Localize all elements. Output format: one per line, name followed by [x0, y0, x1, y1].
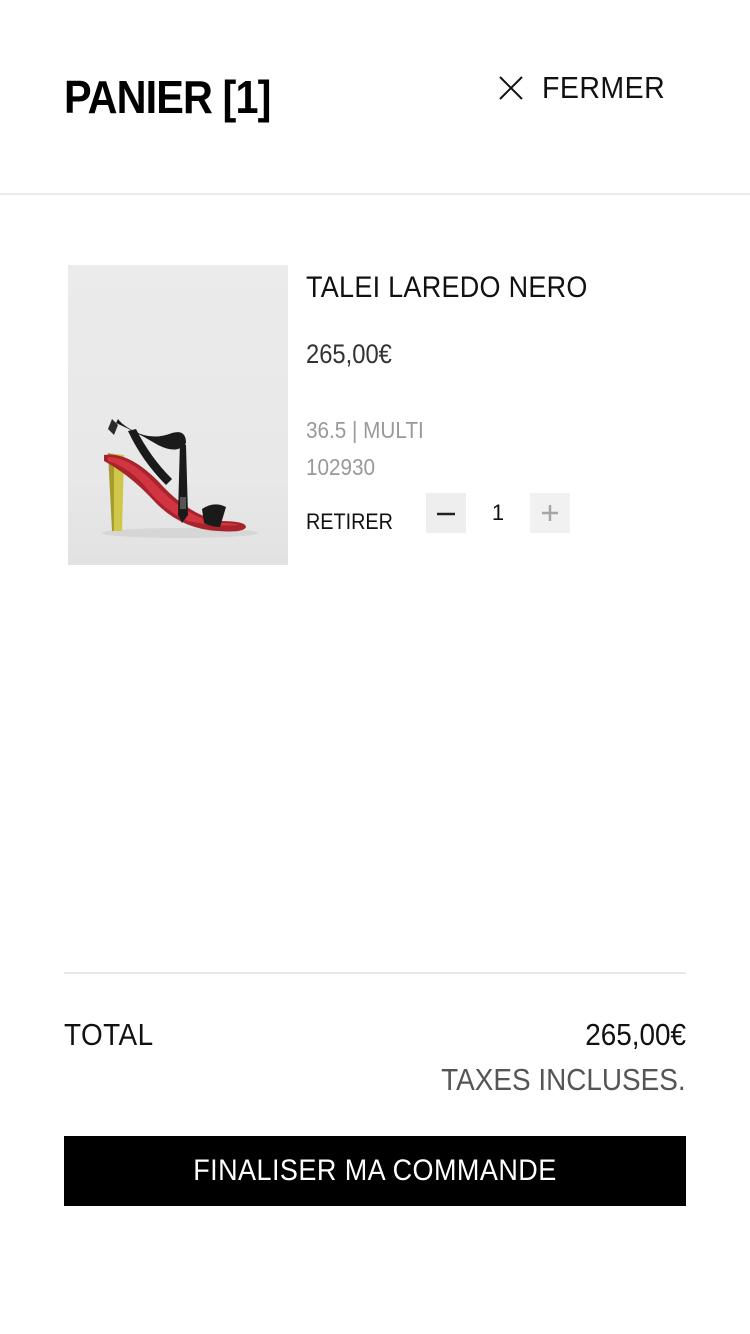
close-icon	[499, 76, 523, 100]
remove-item-link[interactable]: RETIRER	[306, 507, 393, 537]
item-name[interactable]: TALEI LAREDO NERO	[306, 269, 588, 307]
tax-note: TAXES INCLUSES.	[441, 1062, 686, 1097]
product-image[interactable]	[68, 265, 288, 565]
close-label: FERMER	[542, 70, 666, 105]
decrease-quantity-button[interactable]	[426, 493, 466, 533]
cart-title: PANIER [1]	[64, 71, 271, 123]
quantity-stepper: 1	[426, 493, 570, 533]
close-button[interactable]: FERMER	[498, 68, 676, 108]
footer-divider	[64, 972, 686, 974]
increase-quantity-button[interactable]	[530, 493, 570, 533]
cart-header: PANIER [1] FERMER	[0, 0, 750, 195]
quantity-value[interactable]: 1	[466, 493, 530, 533]
total-label: TOTAL	[64, 1017, 154, 1052]
checkout-button[interactable]: FINALISER MA COMMANDE	[64, 1136, 686, 1206]
minus-icon	[437, 512, 455, 516]
total-value: 265,00€	[585, 1017, 686, 1052]
item-reference: 102930	[306, 454, 376, 480]
cart-item: TALEI LAREDO NERO 265,00€ 36.5 | MULTI 1…	[68, 265, 688, 565]
plus-icon	[542, 505, 558, 521]
cart-drawer: PANIER [1] FERMER TALEI LAREDO NERO 265,…	[0, 0, 750, 1334]
item-variant: 36.5 | MULTI	[306, 417, 424, 443]
checkout-label: FINALISER MA COMMANDE	[193, 1154, 557, 1187]
high-heel-sandal-image	[102, 419, 258, 538]
item-price: 265,00€	[306, 339, 392, 369]
